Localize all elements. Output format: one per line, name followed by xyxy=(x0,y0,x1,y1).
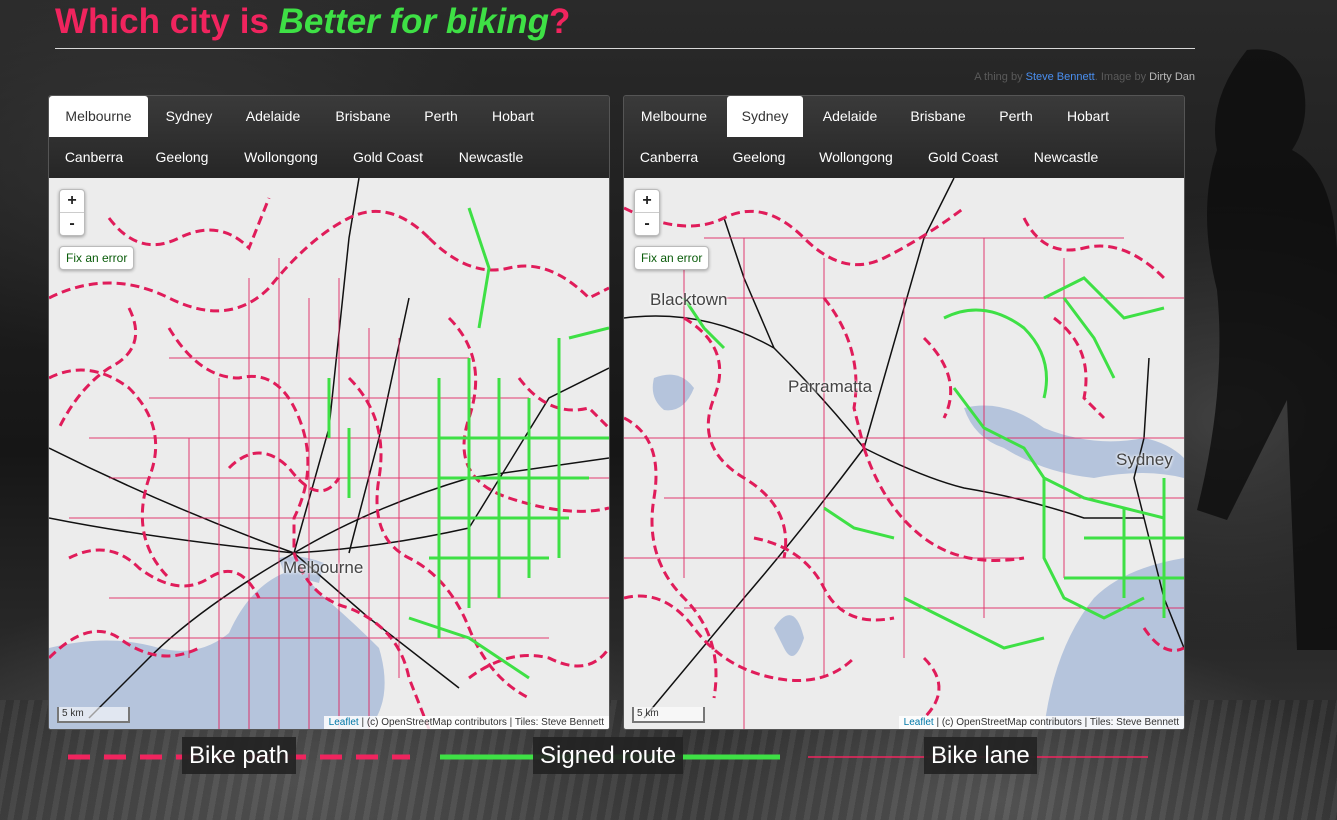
tab-adelaide[interactable]: Adelaide xyxy=(235,96,311,137)
fix-error-button[interactable]: Fix an error xyxy=(59,246,135,270)
zoom-out-button[interactable]: - xyxy=(635,212,659,235)
tab-gold-coast[interactable]: Gold Coast xyxy=(920,137,1006,178)
leaflet-link[interactable]: Leaflet xyxy=(904,717,934,728)
legend-bike-path: Bike path xyxy=(182,737,297,774)
scale-bar: 5 km xyxy=(57,707,130,723)
place-label: Melbourne xyxy=(283,558,364,577)
leaflet-link[interactable]: Leaflet xyxy=(329,717,359,728)
city-tabs: Melbourne Sydney Adelaide Brisbane Perth… xyxy=(49,96,609,178)
title-divider xyxy=(55,48,1195,49)
place-label-blacktown: Blacktown xyxy=(650,290,728,309)
tab-newcastle[interactable]: Newcastle xyxy=(1024,137,1108,178)
title-prefix: Which city is xyxy=(55,2,279,41)
tab-perth[interactable]: Perth xyxy=(988,96,1044,137)
place-label-sydney: Sydney xyxy=(1116,450,1173,469)
tab-brisbane[interactable]: Brisbane xyxy=(325,96,401,137)
tab-wollongong[interactable]: Wollongong xyxy=(810,137,902,178)
tab-hobart[interactable]: Hobart xyxy=(1056,96,1120,137)
zoom-control: + - xyxy=(59,189,85,236)
zoom-in-button[interactable]: + xyxy=(635,190,659,212)
tab-melbourne[interactable]: Melbourne xyxy=(49,96,148,137)
tab-brisbane[interactable]: Brisbane xyxy=(900,96,976,137)
place-label-parramatta: Parramatta xyxy=(788,377,873,396)
map-attribution: Leaflet | (c) OpenStreetMap contributors… xyxy=(323,716,609,729)
map-legend: Bike path Signed route Bike lane xyxy=(0,737,1337,777)
title-emphasis: Better for biking xyxy=(278,2,549,41)
bike-map[interactable]: Blacktown Parramatta Sydney + - Fix an e… xyxy=(624,178,1184,729)
title-suffix: ? xyxy=(548,2,571,41)
tab-geelong[interactable]: Geelong xyxy=(724,137,794,178)
legend-signed-route: Signed route xyxy=(533,737,684,774)
tab-geelong[interactable]: Geelong xyxy=(147,137,217,178)
tab-sydney[interactable]: Sydney xyxy=(154,96,224,137)
attribution-text: | (c) OpenStreetMap contributors | Tiles… xyxy=(358,717,604,728)
tab-hobart[interactable]: Hobart xyxy=(481,96,545,137)
zoom-out-button[interactable]: - xyxy=(60,212,84,235)
tab-melbourne[interactable]: Melbourne xyxy=(630,96,718,137)
tab-wollongong[interactable]: Wollongong xyxy=(235,137,327,178)
image-author-link[interactable]: Dirty Dan xyxy=(1149,71,1195,83)
city-panel-right: Melbourne Sydney Adelaide Brisbane Perth… xyxy=(623,95,1185,730)
city-panel-left: Melbourne Sydney Adelaide Brisbane Perth… xyxy=(48,95,610,730)
credit-text-2: . Image by xyxy=(1094,71,1150,83)
tab-sydney[interactable]: Sydney xyxy=(727,96,803,137)
scale-bar: 5 km xyxy=(632,707,705,723)
tab-canberra[interactable]: Canberra xyxy=(55,137,133,178)
credit-line: A thing by Steve Bennett. Image by Dirty… xyxy=(974,71,1195,83)
zoom-in-button[interactable]: + xyxy=(60,190,84,212)
attribution-text: | (c) OpenStreetMap contributors | Tiles… xyxy=(933,717,1179,728)
tab-gold-coast[interactable]: Gold Coast xyxy=(345,137,431,178)
city-tabs: Melbourne Sydney Adelaide Brisbane Perth… xyxy=(624,96,1184,178)
bike-map[interactable]: Melbourne + - Fix an error 5 km Leaflet … xyxy=(49,178,609,729)
zoom-control: + - xyxy=(634,189,660,236)
tab-perth[interactable]: Perth xyxy=(413,96,469,137)
credit-text: A thing by xyxy=(974,71,1026,83)
page-title: Which city is Better for biking? xyxy=(55,0,570,44)
tab-canberra[interactable]: Canberra xyxy=(630,137,708,178)
tab-newcastle[interactable]: Newcastle xyxy=(449,137,533,178)
fix-error-button[interactable]: Fix an error xyxy=(634,246,710,270)
map-attribution: Leaflet | (c) OpenStreetMap contributors… xyxy=(898,716,1184,729)
legend-bike-lane: Bike lane xyxy=(924,737,1037,774)
author-link[interactable]: Steve Bennett xyxy=(1026,71,1095,83)
tab-adelaide[interactable]: Adelaide xyxy=(812,96,888,137)
